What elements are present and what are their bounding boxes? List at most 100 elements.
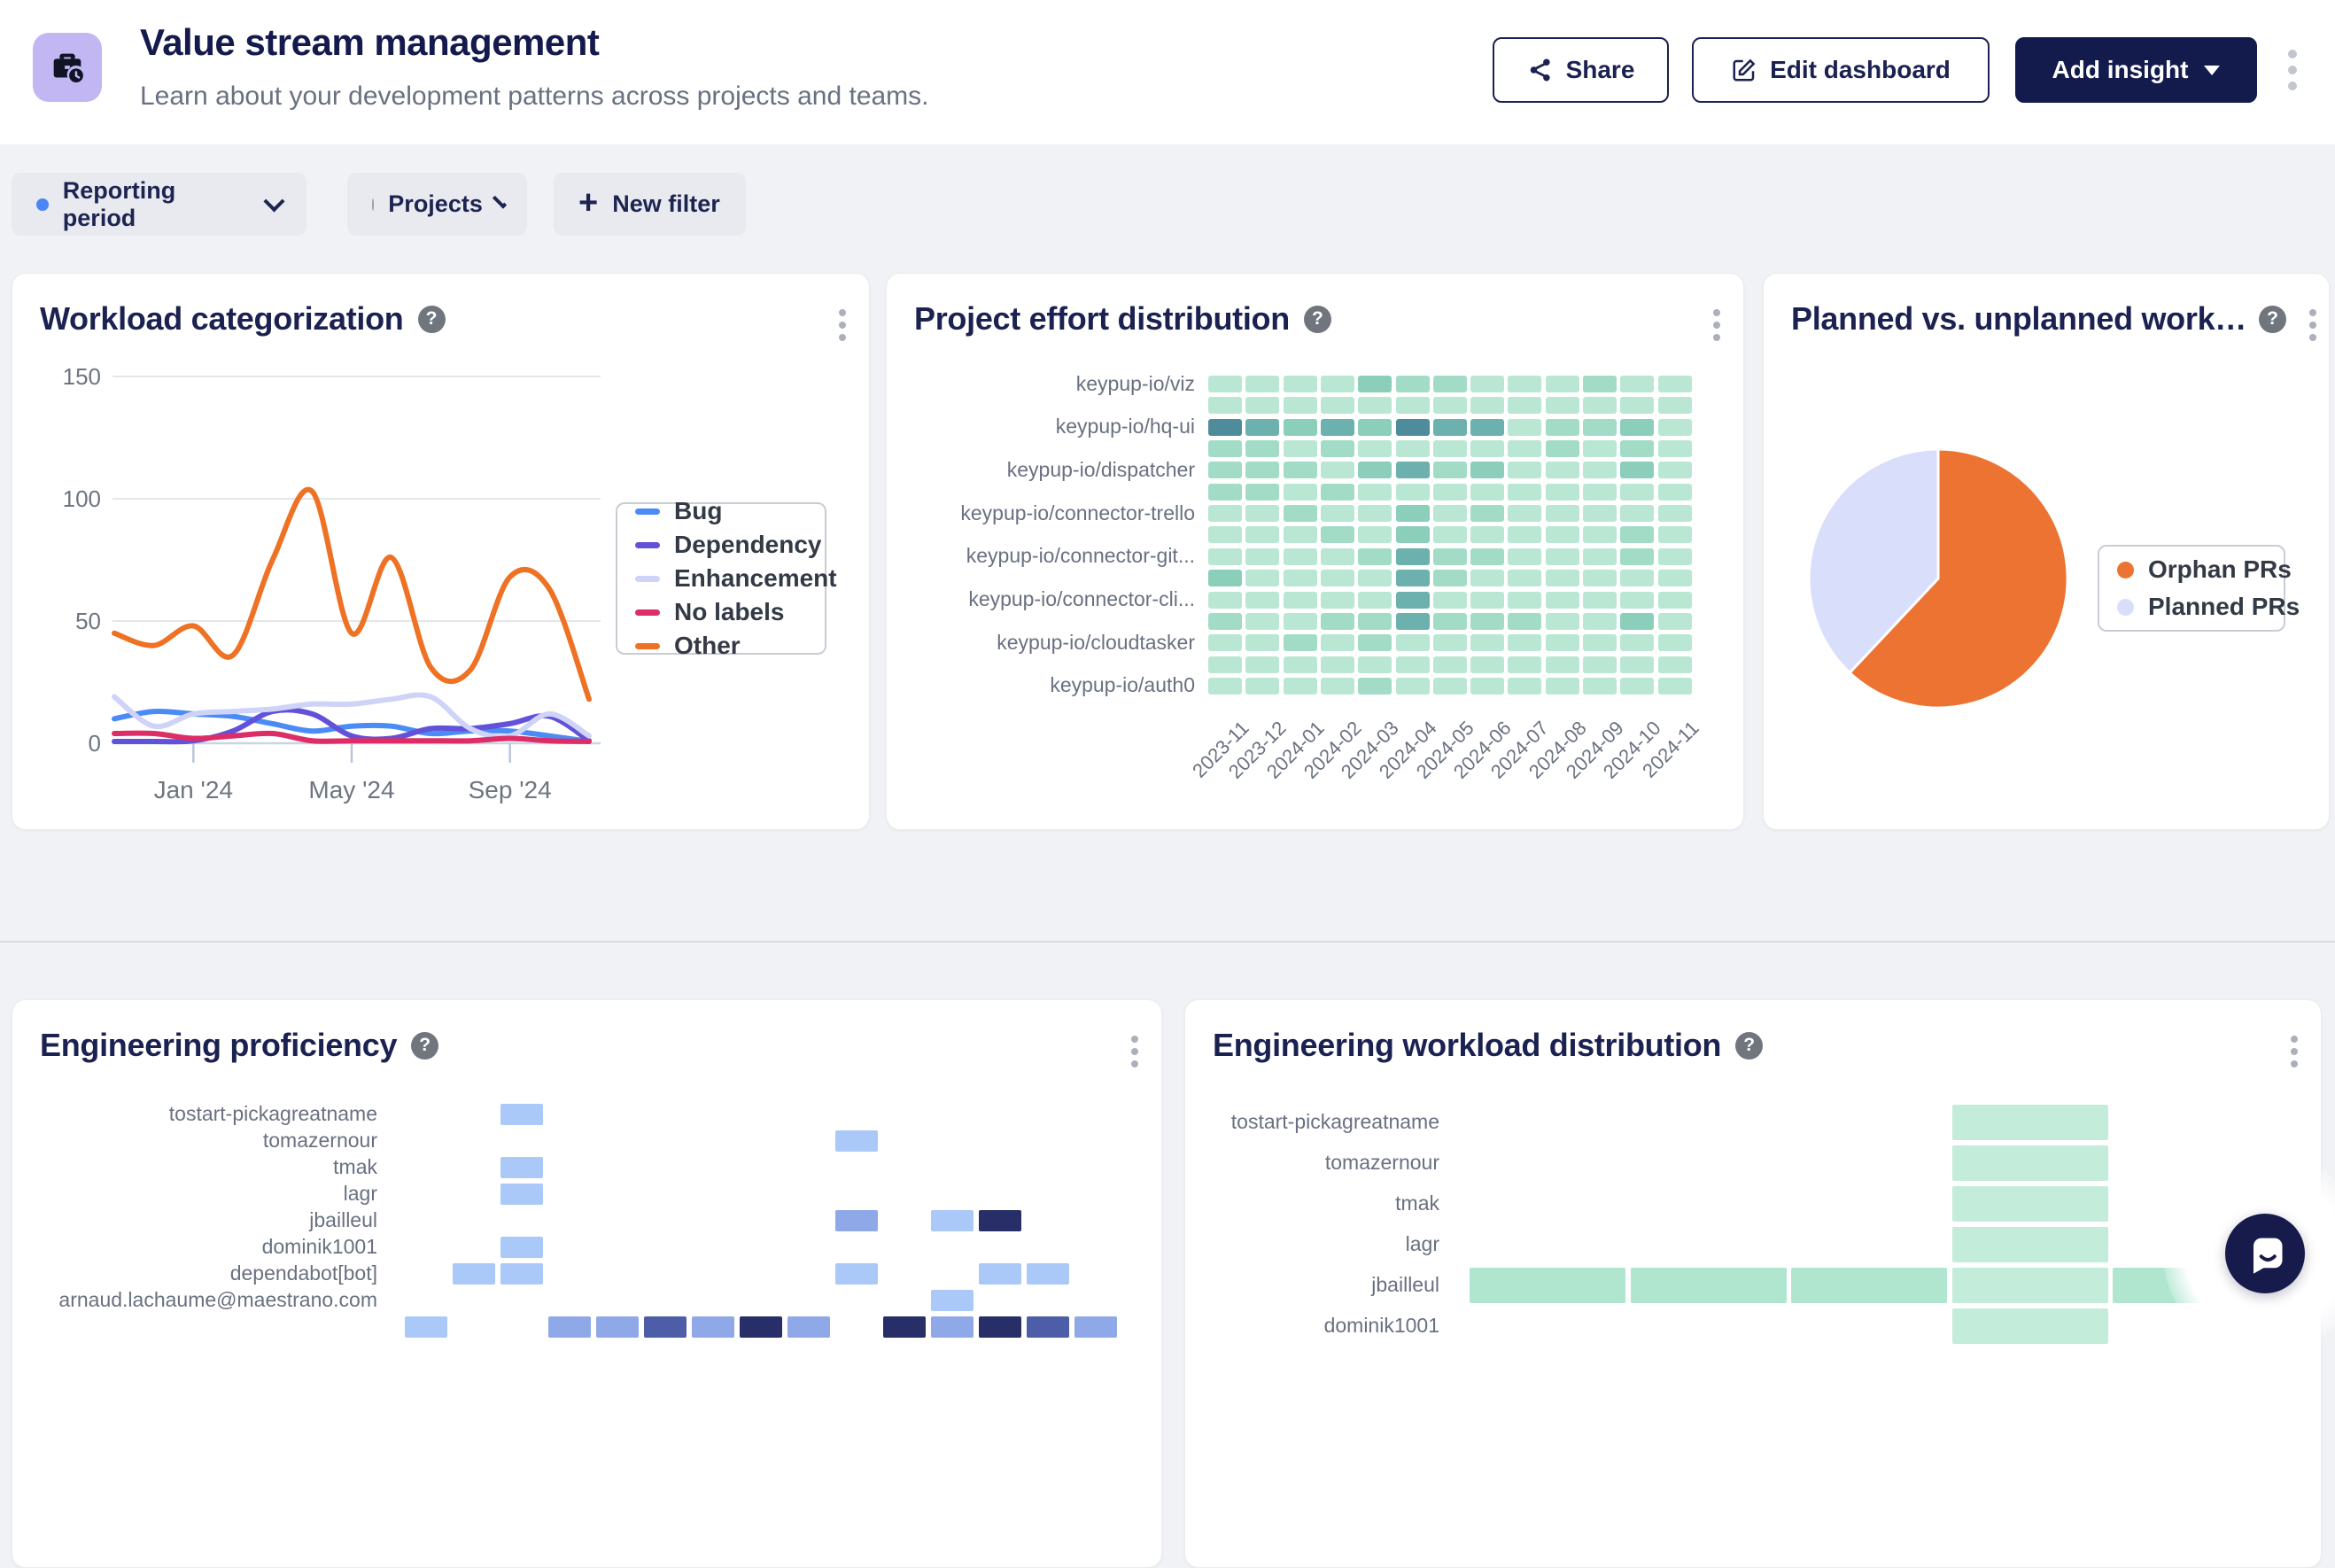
chat-icon (2242, 1230, 2288, 1277)
edit-dashboard-button[interactable]: Edit dashboard (1692, 37, 1990, 103)
heatmap-cell (1245, 678, 1279, 695)
heatmap-cell (1321, 419, 1354, 436)
heatmap-cell (1358, 634, 1392, 651)
heatmap-cell (1245, 613, 1279, 630)
svg-text:100: 100 (63, 485, 101, 512)
heatmap-cell (1396, 419, 1430, 436)
heatmap-cell (1508, 634, 1541, 651)
new-filter-button[interactable]: + New filter (554, 173, 746, 236)
heatmap-cell (1208, 505, 1242, 522)
heatmap-cell (1620, 419, 1654, 436)
legend-item-no-labels[interactable]: No labels (635, 598, 807, 626)
heatmap-cell (1470, 440, 1504, 457)
heatmap-cell (1358, 440, 1392, 457)
heatmap-cell (1321, 548, 1354, 565)
heatmap-cell (1208, 462, 1242, 478)
heatmap-cell (1396, 634, 1430, 651)
heatmap-cell (1620, 526, 1654, 543)
heatmap-cell (1658, 526, 1692, 543)
legend-item-other[interactable]: Other (635, 632, 807, 660)
heatmap-cell (1284, 462, 1317, 478)
plus-icon: + (578, 186, 598, 220)
card-workload-categorization: Workload categorization ? 150100500Jan '… (12, 273, 870, 830)
heatmap-cell (1245, 462, 1279, 478)
dashboard-icon (33, 33, 102, 102)
heatmap-cell (1208, 397, 1242, 414)
heatmap-row-label: dependabot[bot] (12, 1261, 377, 1285)
help-icon[interactable]: ? (2259, 306, 2286, 333)
card-engineering-workload-distribution: Engineering workload distribution ? tost… (1184, 999, 2322, 1568)
svg-text:Sep '24: Sep '24 (469, 776, 552, 803)
heatmap-cell (1508, 505, 1541, 522)
heatmap-cell (883, 1316, 926, 1338)
heatmap-cell (1245, 570, 1279, 586)
legend-item-enhancement[interactable]: Enhancement (635, 564, 807, 593)
heatmap-cell (1508, 419, 1541, 436)
heatmap-cell (1658, 634, 1692, 651)
heatmap-cell (1245, 548, 1279, 565)
heatmap-cell (1321, 526, 1354, 543)
edit-icon (1731, 57, 1757, 83)
heatmap-cell (787, 1316, 830, 1338)
page-subtitle: Learn about your development patterns ac… (140, 82, 929, 112)
heatmap-cell (1027, 1316, 1069, 1338)
heatmap-cell (1620, 505, 1654, 522)
heatmap-cell (596, 1316, 639, 1338)
heatmap-cell (1245, 505, 1279, 522)
share-button[interactable]: Share (1493, 37, 1669, 103)
heatmap-cell (1245, 634, 1279, 651)
heatmap-row-label: jbailleul (1185, 1273, 1439, 1297)
heatmap-cell (1658, 656, 1692, 673)
heatmap-cell (1470, 570, 1504, 586)
heatmap-cell (1208, 634, 1242, 651)
chat-launcher-button[interactable] (2225, 1214, 2305, 1293)
heatmap-cell (1358, 462, 1392, 478)
line-chart-legend: BugDependencyEnhancementNo labelsOther (616, 502, 826, 655)
heatmap-cell (1546, 613, 1579, 630)
heatmap-cell (1208, 613, 1242, 630)
svg-text:0: 0 (89, 730, 101, 757)
heatmap-cell (1208, 592, 1242, 609)
heatmap-cell (1358, 526, 1392, 543)
heatmap-cell (1583, 526, 1617, 543)
heatmap-cell (1321, 634, 1354, 651)
heatmap-cell (1583, 440, 1617, 457)
heatmap-cell (1208, 419, 1242, 436)
heatmap-cell (1321, 592, 1354, 609)
help-icon[interactable]: ? (418, 306, 446, 333)
legend-item-orphan-prs[interactable]: Orphan PRs (2117, 555, 2266, 584)
share-button-label: Share (1566, 56, 1635, 84)
heatmap-cell (1284, 634, 1317, 651)
header-kebab-menu[interactable] (2273, 37, 2312, 103)
heatmap-cell (979, 1316, 1021, 1338)
filter-projects[interactable]: Projects (347, 173, 527, 236)
heatmap-cell (500, 1237, 543, 1258)
chevron-down-icon (493, 194, 507, 208)
card-kebab-menu[interactable] (2309, 309, 2316, 341)
heatmap-cell (1396, 678, 1430, 695)
heatmap-cell (1208, 656, 1242, 673)
heatmap-cell (1508, 678, 1541, 695)
heatmap-row-label: lagr (12, 1182, 377, 1206)
legend-item-dependency[interactable]: Dependency (635, 531, 807, 559)
heatmap-cell (1433, 526, 1467, 543)
heatmap-cell (1658, 376, 1692, 392)
section-divider (0, 941, 2335, 943)
heatmap-cell (1358, 570, 1392, 586)
heatmap-cell (1952, 1268, 2108, 1303)
heatmap-row-label: tomazernour (12, 1129, 377, 1153)
heatmap-cell (548, 1316, 591, 1338)
heatmap-cell (1245, 440, 1279, 457)
heatmap-row-label: tmak (12, 1155, 377, 1179)
filter-reporting-period[interactable]: Reporting period (12, 173, 306, 236)
heatmap-cell (1208, 526, 1242, 543)
card-kebab-menu[interactable] (839, 309, 846, 341)
legend-item-planned-prs[interactable]: Planned PRs (2117, 593, 2266, 621)
heatmap-cell (1321, 570, 1354, 586)
heatmap-cell (740, 1316, 782, 1338)
new-filter-label: New filter (612, 190, 720, 218)
legend-item-bug[interactable]: Bug (635, 497, 807, 525)
add-insight-button[interactable]: Add insight (2015, 37, 2257, 103)
heatmap-cell (1546, 570, 1579, 586)
heatmap-cell (1321, 613, 1354, 630)
